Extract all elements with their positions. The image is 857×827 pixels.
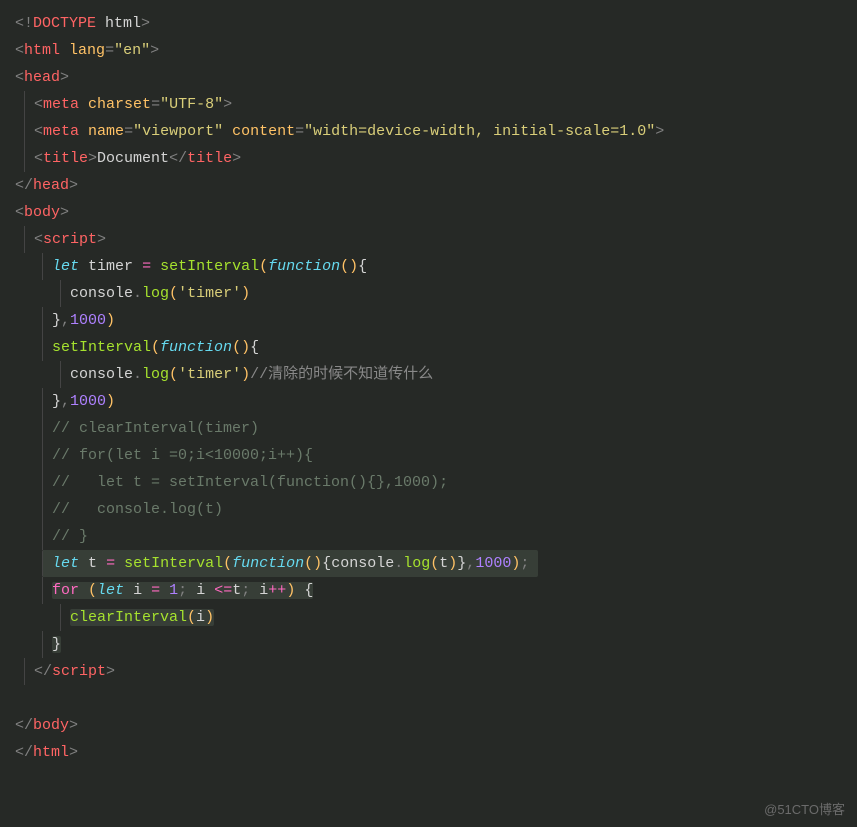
code-line: let timer = setInterval(function(){: [42, 253, 842, 280]
code-line: <body>: [15, 199, 842, 226]
code-line: <meta charset="UTF-8">: [24, 91, 842, 118]
code-line: // for(let i =0;i<10000;i++){: [42, 442, 842, 469]
code-line: },1000): [42, 388, 842, 415]
code-line-selected: for (let i = 1; i <=t; i++) {: [42, 577, 842, 604]
code-line: <!DOCTYPE html>: [15, 10, 842, 37]
code-line: </script>: [24, 658, 842, 685]
code-editor[interactable]: <!DOCTYPE html> <html lang="en"> <head> …: [15, 10, 842, 766]
code-line-selected: }: [42, 631, 842, 658]
code-line: </head>: [15, 172, 842, 199]
code-line: </html>: [15, 739, 842, 766]
code-line-selected: let t = setInterval(function(){console.l…: [42, 550, 538, 577]
code-line: </body>: [15, 712, 842, 739]
code-line: setInterval(function(){: [42, 334, 842, 361]
code-line: <html lang="en">: [15, 37, 842, 64]
code-line: <title>Document</title>: [24, 145, 842, 172]
watermark: @51CTO博客: [764, 798, 845, 821]
code-line: // console.log(t): [42, 496, 842, 523]
code-line: console.log('timer'): [60, 280, 842, 307]
code-line: // }: [42, 523, 842, 550]
code-line: },1000): [42, 307, 842, 334]
code-line: [15, 685, 842, 712]
code-line: console.log('timer')//清除的时候不知道传什么: [60, 361, 842, 388]
code-line-selected: clearInterval(i): [60, 604, 842, 631]
code-line: // let t = setInterval(function(){},1000…: [42, 469, 842, 496]
code-line: <head>: [15, 64, 842, 91]
code-line: <script>: [24, 226, 842, 253]
code-line: <meta name="viewport" content="width=dev…: [24, 118, 842, 145]
code-line: // clearInterval(timer): [42, 415, 842, 442]
